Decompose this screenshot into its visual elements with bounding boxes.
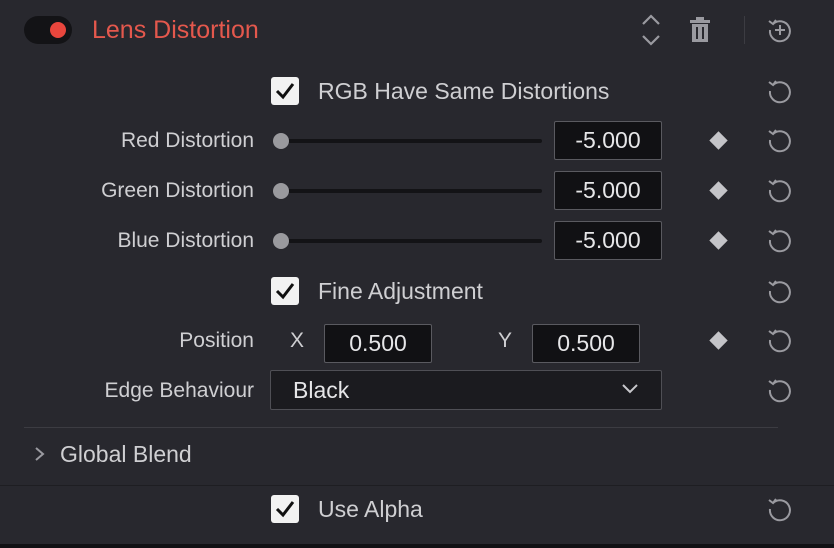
edge-behaviour-reset-icon[interactable] <box>766 376 794 409</box>
green-reset-icon[interactable] <box>766 176 794 209</box>
blue-reset-icon[interactable] <box>766 226 794 259</box>
fine-adjustment-checkbox[interactable] <box>271 277 299 305</box>
position-reset-icon[interactable] <box>766 326 794 359</box>
blue-distortion-label: Blue Distortion <box>117 229 254 252</box>
header-separator <box>744 16 745 44</box>
blue-distortion-slider[interactable] <box>276 239 542 243</box>
green-distortion-field[interactable]: -5.000 <box>554 171 662 210</box>
position-y-label: Y <box>498 329 513 352</box>
effect-enable-toggle[interactable] <box>24 16 72 44</box>
chevron-down-icon <box>622 384 638 394</box>
green-distortion-label: Green Distortion <box>101 179 254 202</box>
green-distortion-knob[interactable] <box>273 183 289 199</box>
section-divider <box>24 427 778 428</box>
effect-title: Lens Distortion <box>92 16 259 44</box>
trash-icon[interactable] <box>689 17 711 43</box>
bottom-border <box>0 544 834 548</box>
red-distortion-label: Red Distortion <box>120 129 254 152</box>
use-alpha-checkbox[interactable] <box>271 495 299 523</box>
position-keyframe-icon[interactable] <box>709 331 728 350</box>
global-blend-expander[interactable]: Global Blend <box>34 440 334 468</box>
position-x-label: X <box>290 329 305 352</box>
green-distortion-slider[interactable] <box>276 189 542 193</box>
fine-adjustment-label: Fine Adjustment <box>318 278 483 304</box>
edge-behaviour-label: Edge Behaviour <box>104 379 254 402</box>
red-distortion-knob[interactable] <box>273 133 289 149</box>
blue-distortion-knob[interactable] <box>273 233 289 249</box>
rgb-same-label: RGB Have Same Distortions <box>318 78 610 104</box>
edge-behaviour-dropdown[interactable]: Black <box>270 370 662 410</box>
position-label: Position <box>179 329 254 352</box>
fine-adjustment-reset-icon[interactable] <box>766 277 794 310</box>
position-x-field[interactable]: 0.500 <box>324 324 432 363</box>
reset-all-icon[interactable] <box>766 16 794 44</box>
rgb-same-reset-icon[interactable] <box>766 77 794 110</box>
expand-collapse-icon[interactable] <box>640 13 662 47</box>
green-keyframe-icon[interactable] <box>709 181 728 200</box>
toggle-dot <box>50 22 66 38</box>
panel-divider <box>0 485 834 486</box>
blue-keyframe-icon[interactable] <box>709 231 728 250</box>
red-keyframe-icon[interactable] <box>709 131 728 150</box>
position-y-field[interactable]: 0.500 <box>532 324 640 363</box>
use-alpha-reset-icon[interactable] <box>766 495 794 528</box>
global-blend-label: Global Blend <box>60 441 192 467</box>
red-reset-icon[interactable] <box>766 126 794 159</box>
edge-behaviour-value: Black <box>293 377 350 403</box>
red-distortion-slider[interactable] <box>276 139 542 143</box>
chevron-right-icon <box>35 447 45 461</box>
use-alpha-label: Use Alpha <box>318 496 423 522</box>
rgb-same-checkbox[interactable] <box>271 77 299 105</box>
red-distortion-field[interactable]: -5.000 <box>554 121 662 160</box>
blue-distortion-field[interactable]: -5.000 <box>554 221 662 260</box>
